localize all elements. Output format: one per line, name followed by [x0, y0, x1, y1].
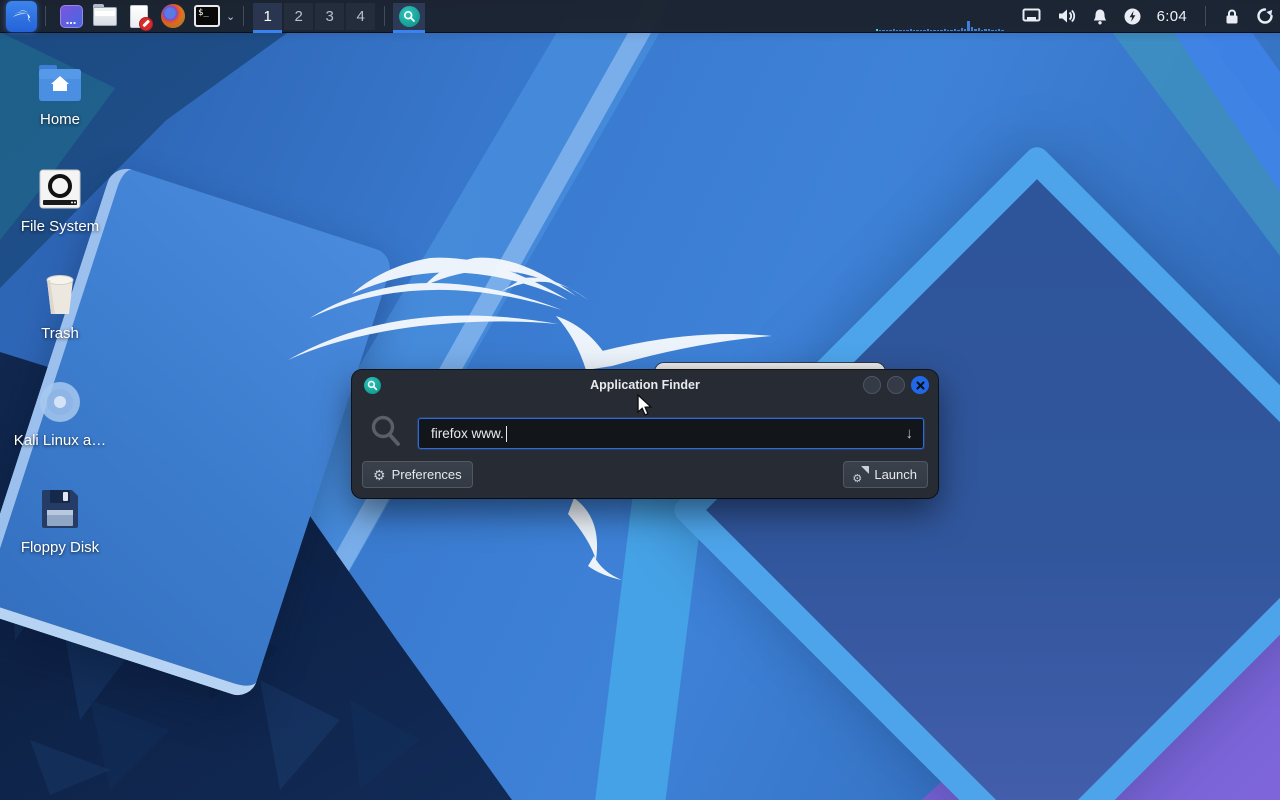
launch-button[interactable]: ⚙ Launch: [843, 461, 928, 488]
network-icon[interactable]: [1022, 8, 1041, 24]
file-manager-icon: [93, 3, 117, 26]
preferences-button-label: Preferences: [391, 467, 462, 482]
search-input-value: firefox www.: [431, 426, 504, 441]
launcher-file-manager[interactable]: [91, 1, 119, 32]
floppy-icon: [40, 478, 80, 530]
close-icon: [915, 380, 925, 390]
trash-icon: [41, 264, 79, 316]
launch-button-label: Launch: [874, 467, 917, 482]
workspace-4[interactable]: 4: [346, 2, 376, 30]
firefox-icon: [161, 4, 185, 28]
desktop-icon-label: Trash: [41, 325, 79, 342]
taskbar-appfinder-button[interactable]: [393, 2, 426, 33]
preferences-button[interactable]: ⚙ Preferences: [362, 461, 473, 488]
panel-separator: [243, 6, 245, 26]
button-row: ⚙ Preferences ⚙ Launch: [362, 461, 928, 488]
window-controls: [863, 376, 929, 394]
cdrom-icon: [39, 371, 81, 423]
launcher-text-editor[interactable]: [125, 1, 153, 32]
launch-icon: ⚙: [852, 465, 870, 485]
minimize-button[interactable]: [863, 376, 881, 394]
launcher-terminal-purple[interactable]: [57, 1, 85, 32]
launcher-terminal[interactable]: $_: [193, 1, 221, 32]
applications-menu-button[interactable]: [6, 0, 37, 32]
logout-icon[interactable]: [1256, 7, 1274, 25]
system-tray: 6:04: [1022, 6, 1274, 26]
application-finder-window: Application Finder firefox www. ↓ ⚙ Pref…: [352, 370, 938, 498]
workspace-3[interactable]: 3: [315, 2, 345, 30]
purple-terminal-icon: [59, 4, 83, 28]
search-input[interactable]: firefox www. ↓: [418, 418, 924, 449]
desktop-icon-label: File System: [20, 218, 100, 235]
desktop-icon-column: Home File System Trash Kali Linux a… Flo…: [13, 50, 107, 585]
kali-logo-icon: [12, 10, 31, 22]
launcher-firefox[interactable]: [159, 1, 187, 32]
desktop-icon-floppy[interactable]: Floppy Disk: [16, 478, 104, 584]
gear-icon: ⚙: [373, 466, 386, 483]
top-panel: $_ ⌄ 1 2 3 4 6:04: [0, 0, 1280, 33]
maximize-button[interactable]: [887, 376, 905, 394]
desktop-icon-home[interactable]: Home: [16, 50, 104, 156]
lock-icon[interactable]: [1224, 8, 1240, 25]
notification-bell-icon[interactable]: [1092, 8, 1108, 25]
chevron-down-icon[interactable]: ⌄: [226, 10, 235, 23]
terminal-icon: $_: [194, 5, 220, 27]
power-manager-icon[interactable]: [1124, 8, 1141, 25]
text-caret: [505, 425, 507, 442]
mouse-cursor: [637, 394, 653, 416]
home-folder-icon: [38, 50, 82, 102]
panel-separator: [45, 6, 46, 26]
desktop-icon-file-system[interactable]: File System: [16, 157, 104, 263]
close-button[interactable]: [911, 376, 929, 394]
clock[interactable]: 6:04: [1157, 8, 1187, 25]
panel-separator: [1205, 6, 1206, 26]
desktop-icon-label: Floppy Disk: [20, 539, 100, 556]
text-editor-icon: [130, 4, 153, 31]
desktop-icon-kali-cd[interactable]: Kali Linux a…: [13, 371, 107, 477]
appfinder-task-icon: [398, 5, 420, 27]
desktop-icon-label: Kali Linux a…: [13, 432, 107, 449]
search-icon: [371, 415, 400, 446]
arrow-down-icon[interactable]: ↓: [906, 425, 914, 442]
workspace-1[interactable]: 1: [253, 2, 283, 33]
drive-icon: [39, 157, 81, 209]
desktop-icon-label: Home: [39, 111, 80, 128]
volume-icon[interactable]: [1057, 8, 1076, 24]
cpu-graph[interactable]: [875, 1, 1008, 32]
workspace-2[interactable]: 2: [284, 2, 314, 30]
desktop-icon-trash[interactable]: Trash: [16, 264, 104, 370]
kali-desktop: Home File System Trash Kali Linux a… Flo…: [0, 0, 1280, 800]
panel-separator: [384, 6, 386, 26]
